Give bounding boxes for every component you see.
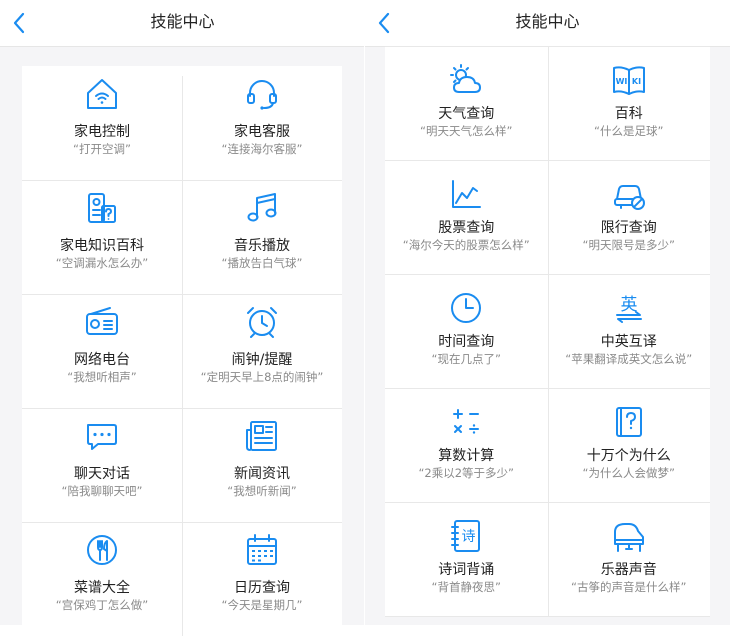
skill-item[interactable]: 日历查询 “今天是星期几” <box>182 522 342 636</box>
skill-name: 音乐播放 <box>234 238 290 254</box>
weather-icon <box>446 60 486 100</box>
skill-name: 天气查询 <box>438 106 495 122</box>
home-wifi-icon <box>82 74 122 114</box>
skill-item[interactable]: 十万个为什么 “为什么人会做梦” <box>548 388 711 502</box>
skill-example: “我想听相声” <box>67 370 137 384</box>
clock-icon <box>446 288 486 328</box>
skill-example: “连接海尔客服” <box>221 142 303 156</box>
skill-example: “播放告白气球” <box>221 256 303 270</box>
translate-icon: 英 <box>609 288 649 328</box>
skill-example: “定明天早上8点的闹钟” <box>200 370 324 384</box>
skill-example: “空调漏水怎么办” <box>55 256 149 270</box>
skill-item[interactable]: 新闻资讯 “我想听新闻” <box>182 408 342 522</box>
skill-item[interactable]: 乐器声音 “古筝的声音是什么样” <box>548 502 711 616</box>
appliance-book-icon <box>82 188 122 228</box>
skill-item[interactable]: 英中英互译 “苹果翻译成英文怎么说” <box>548 274 711 388</box>
skill-item[interactable]: WI KI 百科 “什么是足球” <box>548 46 711 160</box>
chat-bubble-icon <box>82 416 122 456</box>
left-screen: 技能中心 家电控制 “打开空调” 家电客服 “连接海尔客服” 家电知识百科 “空调漏水怎么… <box>0 0 365 636</box>
alarm-clock-icon <box>242 302 282 342</box>
skill-name: 新闻资讯 <box>234 466 290 482</box>
skill-name: 乐器声音 <box>600 562 657 578</box>
skill-name: 菜谱大全 <box>74 580 130 596</box>
skill-example: “什么是足球” <box>594 124 664 138</box>
piano-icon <box>609 516 649 556</box>
skill-item[interactable]: 时间查询 “现在几点了” <box>385 274 548 388</box>
skill-item[interactable]: 音乐播放 “播放告白气球” <box>182 180 342 294</box>
svg-text:诗: 诗 <box>462 529 476 545</box>
skill-example: “今天是星期几” <box>221 598 303 612</box>
stock-chart-icon <box>446 174 486 214</box>
column-divider <box>182 76 183 636</box>
skill-example: “宫保鸡丁怎么做” <box>55 598 149 612</box>
skill-example: “现在几点了” <box>431 352 501 366</box>
utensils-icon <box>82 530 122 570</box>
skill-name: 诗词背诵 <box>438 562 495 578</box>
skill-example: “陪我聊聊天吧” <box>61 484 143 498</box>
skill-example: “苹果翻译成英文怎么说” <box>565 352 693 366</box>
headset-icon <box>242 74 282 114</box>
poem-icon: 诗 <box>446 516 486 556</box>
skill-item[interactable]: 天气查询 “明天天气怎么样” <box>385 46 548 160</box>
question-book-icon <box>609 402 649 442</box>
skill-name: 日历查询 <box>234 580 290 596</box>
skill-name: 时间查询 <box>438 334 495 350</box>
skill-item[interactable]: 诗诗词背诵 “背首静夜思” <box>385 502 548 616</box>
skill-example: “打开空调” <box>73 142 131 156</box>
nav-bar: 技能中心 <box>365 0 730 47</box>
radio-icon <box>82 302 122 342</box>
car-restriction-icon <box>609 174 649 214</box>
svg-text:英: 英 <box>620 295 637 315</box>
music-note-icon <box>242 188 282 228</box>
skill-example: “古筝的声音是什么样” <box>571 580 687 594</box>
skill-item[interactable]: 股票查询 “海尔今天的股票怎么样” <box>385 160 548 274</box>
newspaper-icon <box>242 416 282 456</box>
skill-item[interactable]: 闹钟/提醒 “定明天早上8点的闹钟” <box>182 294 342 408</box>
svg-text:WI: WI <box>615 77 627 86</box>
skill-item[interactable]: 算数计算 “2乘以2等于多少” <box>385 388 548 502</box>
column-divider <box>547 46 549 616</box>
skill-name: 家电知识百科 <box>60 238 144 254</box>
skill-name: 中英互译 <box>600 334 657 350</box>
calendar-icon <box>242 530 282 570</box>
nav-bar: 技能中心 <box>0 0 365 47</box>
skill-name: 聊天对话 <box>74 466 130 482</box>
skill-item[interactable]: 家电客服 “连接海尔客服” <box>182 66 342 180</box>
skill-item[interactable]: 网络电台 “我想听相声” <box>22 294 182 408</box>
skill-example: “2乘以2等于多少” <box>418 466 515 480</box>
skill-name: 家电控制 <box>74 124 130 140</box>
skill-item[interactable]: 家电知识百科 “空调漏水怎么办” <box>22 180 182 294</box>
skill-example: “海尔今天的股票怎么样” <box>402 238 530 252</box>
skill-name: 网络电台 <box>74 352 130 368</box>
page-title: 技能中心 <box>515 12 580 31</box>
skill-name: 闹钟/提醒 <box>231 352 293 368</box>
skill-name: 百科 <box>614 106 643 122</box>
skill-example: “我想听新闻” <box>227 484 297 498</box>
svg-text:KI: KI <box>632 77 641 86</box>
skill-name: 算数计算 <box>438 448 495 464</box>
wiki-book-icon: WI KI <box>609 60 649 100</box>
skill-example: “明天限号是多少” <box>582 238 675 252</box>
calculator-icon <box>446 402 486 442</box>
skill-example: “明天天气怎么样” <box>420 124 513 138</box>
skill-example: “为什么人会做梦” <box>582 466 675 480</box>
row-divider <box>385 616 710 617</box>
right-screen: 技能中心 天气查询 “明天天气怎么样” WI KI 百科 “什么是足球” 股票查询 “海尔今天… <box>365 0 730 625</box>
skill-example: “背首静夜思” <box>431 580 501 594</box>
page-title: 技能中心 <box>150 12 215 31</box>
skill-item[interactable]: 菜谱大全 “宫保鸡丁怎么做” <box>22 522 182 636</box>
skill-name: 股票查询 <box>438 220 495 236</box>
skill-name: 家电客服 <box>234 124 290 140</box>
skill-item[interactable]: 聊天对话 “陪我聊聊天吧” <box>22 408 182 522</box>
skill-grid: 家电控制 “打开空调” 家电客服 “连接海尔客服” 家电知识百科 “空调漏水怎么办” 音乐播… <box>22 66 342 636</box>
skill-name: 限行查询 <box>600 220 657 236</box>
skill-item[interactable]: 家电控制 “打开空调” <box>22 66 182 180</box>
skill-grid: 天气查询 “明天天气怎么样” WI KI 百科 “什么是足球” 股票查询 “海尔今天的股票怎么… <box>385 46 711 617</box>
skill-name: 十万个为什么 <box>586 448 671 464</box>
skill-item[interactable]: 限行查询 “明天限号是多少” <box>548 160 711 274</box>
